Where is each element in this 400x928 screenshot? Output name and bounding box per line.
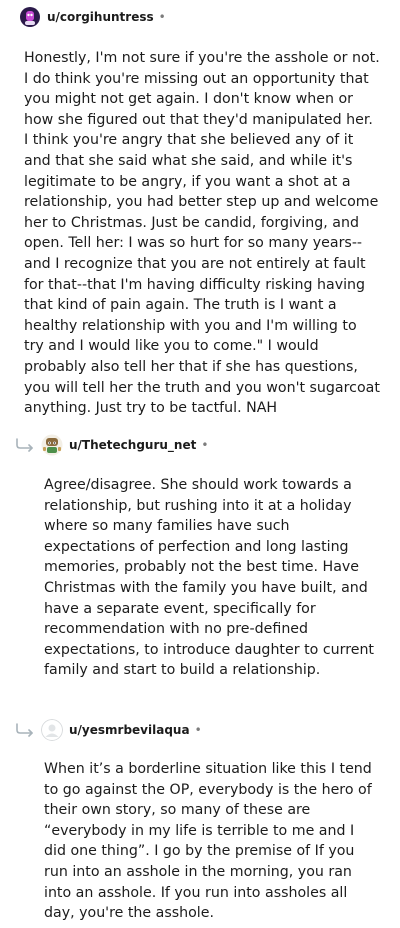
comment-1: u/corgihuntress • Honestly, I'm not sure…	[0, 4, 400, 416]
comment-2: u/Thetechguru_net • Agree/disagree. She …	[0, 432, 400, 678]
comment-body: Agree/disagree. She should work towards …	[44, 477, 374, 679]
avatar-icon[interactable]	[41, 434, 63, 456]
username[interactable]: u/corgihuntress	[47, 10, 154, 24]
comment-header: u/yesmrbevilaqua •	[0, 717, 400, 743]
avatar-icon[interactable]	[41, 719, 63, 741]
separator-dot: •	[201, 438, 209, 452]
comment-body: Honestly, I'm not sure if you're the ass…	[24, 50, 380, 417]
username[interactable]: u/Thetechguru_net	[69, 438, 196, 452]
comment-header: u/Thetechguru_net •	[0, 432, 400, 458]
reply-arrow-icon	[16, 438, 33, 452]
comment-header: u/corgihuntress •	[0, 4, 400, 30]
separator-dot: •	[158, 10, 166, 24]
reply-arrow-icon	[16, 723, 33, 737]
username[interactable]: u/yesmrbevilaqua	[69, 723, 190, 737]
comment-body: When it’s a borderline situation like th…	[44, 761, 372, 922]
separator-dot: •	[194, 723, 202, 737]
comment-3: u/yesmrbevilaqua • When it’s a borderlin…	[0, 717, 400, 921]
avatar-icon[interactable]	[19, 6, 41, 28]
